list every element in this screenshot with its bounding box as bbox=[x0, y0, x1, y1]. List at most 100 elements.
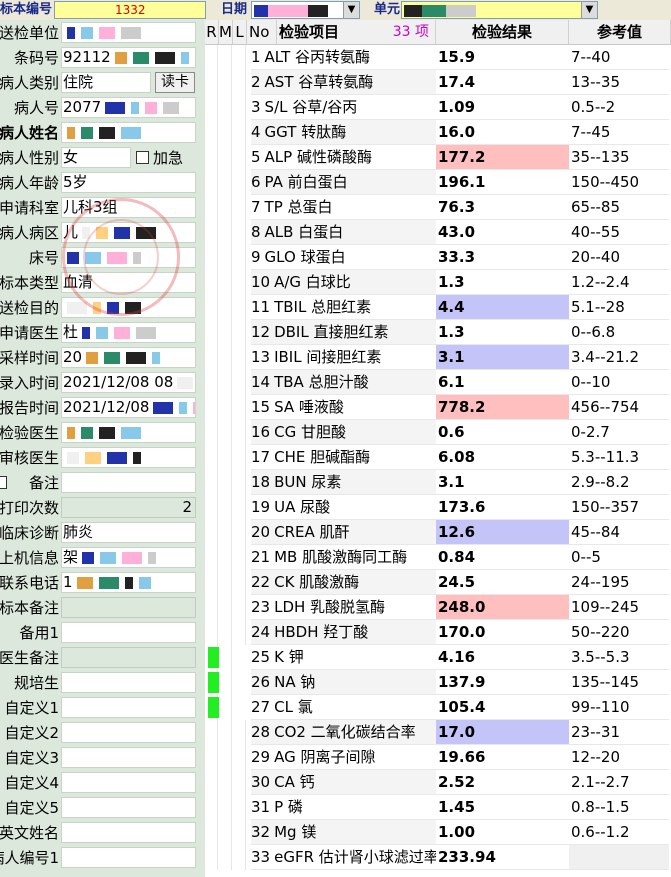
field-input[interactable]: 2021/12/08 08 bbox=[61, 372, 196, 393]
field-input[interactable]: 住院 bbox=[61, 72, 151, 93]
result-value[interactable]: 233.94 bbox=[436, 845, 569, 870]
field-input[interactable] bbox=[61, 122, 196, 143]
result-value[interactable]: 3.1 bbox=[436, 470, 569, 495]
result-row[interactable]: 2 AST 谷草转氨酶 17.4 13--35 bbox=[205, 70, 671, 95]
field-input[interactable] bbox=[61, 422, 196, 443]
result-value[interactable]: 4.4 bbox=[436, 295, 569, 320]
result-row[interactable]: 1 ALT 谷丙转氨酶 15.9 7--40 bbox=[205, 45, 671, 70]
result-value[interactable]: 19.66 bbox=[436, 745, 569, 770]
result-value[interactable]: 2.52 bbox=[436, 770, 569, 795]
result-row[interactable]: 31 P 磷 1.45 0.8--1.5 bbox=[205, 795, 671, 820]
result-row[interactable]: 9 GLO 球蛋白 33.3 20--40 bbox=[205, 245, 671, 270]
result-row[interactable]: 25 K 钾 4.16 3.5--5.3 bbox=[205, 645, 671, 670]
result-value[interactable]: 6.08 bbox=[436, 445, 569, 470]
result-value[interactable]: 1.45 bbox=[436, 795, 569, 820]
chevron-down-icon[interactable]: ▼ bbox=[343, 2, 359, 18]
field-input[interactable] bbox=[61, 672, 196, 693]
unit-select[interactable]: ▼ bbox=[401, 1, 598, 19]
field-input[interactable]: 20 bbox=[61, 347, 196, 368]
field-input[interactable] bbox=[61, 847, 196, 868]
result-value[interactable]: 4.16 bbox=[436, 645, 569, 670]
field-input[interactable] bbox=[61, 472, 196, 493]
field-input[interactable]: 2077 bbox=[61, 97, 196, 118]
field-input[interactable] bbox=[61, 22, 196, 43]
result-row[interactable]: 10 A/G 白球比 1.3 1.2--2.4 bbox=[205, 270, 671, 295]
result-value[interactable]: 177.2 bbox=[436, 145, 569, 170]
result-value[interactable]: 1.09 bbox=[436, 95, 569, 120]
remark-checkbox[interactable] bbox=[0, 476, 7, 489]
field-input[interactable] bbox=[61, 447, 196, 468]
result-value[interactable]: 15.9 bbox=[436, 45, 569, 70]
result-row[interactable]: 17 CHE 胆碱酯酶 6.08 5.3--11.3 bbox=[205, 445, 671, 470]
result-row[interactable]: 29 AG 阴离子间隙 19.66 12--20 bbox=[205, 745, 671, 770]
field-input[interactable] bbox=[61, 722, 196, 743]
field-input[interactable]: 儿 bbox=[61, 222, 196, 243]
urgent-checkbox[interactable] bbox=[136, 151, 149, 164]
field-input[interactable] bbox=[61, 747, 196, 768]
field-input[interactable] bbox=[61, 822, 196, 843]
read-card-button[interactable]: 读卡 bbox=[155, 72, 195, 93]
result-value[interactable]: 778.2 bbox=[436, 395, 569, 420]
result-value[interactable]: 33.3 bbox=[436, 245, 569, 270]
field-input[interactable] bbox=[61, 622, 196, 643]
field-input[interactable]: 2021/12/08 bbox=[61, 397, 196, 418]
result-row[interactable]: 20 CREA 肌酐 12.6 45--84 bbox=[205, 520, 671, 545]
result-value[interactable]: 12.6 bbox=[436, 520, 569, 545]
result-row[interactable]: 19 UA 尿酸 173.6 150--357 bbox=[205, 495, 671, 520]
col-header-m[interactable]: M bbox=[219, 20, 233, 45]
field-input[interactable]: 血清 bbox=[61, 272, 196, 293]
result-row[interactable]: 23 LDH 乳酸脱氢酶 248.0 109--245 bbox=[205, 595, 671, 620]
result-row[interactable]: 5 ALP 碱性磷酸酶 177.2 35--135 bbox=[205, 145, 671, 170]
result-value[interactable]: 17.0 bbox=[436, 720, 569, 745]
date-picker[interactable]: ▼ bbox=[251, 1, 360, 19]
result-value[interactable]: 43.0 bbox=[436, 220, 569, 245]
field-input[interactable] bbox=[61, 797, 196, 818]
result-value[interactable]: 76.3 bbox=[436, 195, 569, 220]
result-value[interactable]: 105.4 bbox=[436, 695, 569, 720]
field-input[interactable]: 儿科3组 bbox=[61, 197, 196, 218]
field-input[interactable]: 肺炎 bbox=[61, 522, 196, 543]
field-input[interactable]: 1 bbox=[61, 572, 196, 593]
result-row[interactable]: 6 PA 前白蛋白 196.1 150--450 bbox=[205, 170, 671, 195]
result-row[interactable]: 28 CO2 二氧化碳结合率 17.0 23--31 bbox=[205, 720, 671, 745]
col-header-ref[interactable]: 参考值 bbox=[569, 20, 671, 45]
col-header-item[interactable]: 检验项目 33 项 bbox=[277, 20, 436, 45]
result-row[interactable]: 18 BUN 尿素 3.1 2.9--8.2 bbox=[205, 470, 671, 495]
result-value[interactable]: 196.1 bbox=[436, 170, 569, 195]
result-row[interactable]: 30 CA 钙 2.52 2.1--2.7 bbox=[205, 770, 671, 795]
result-row[interactable]: 13 IBIL 间接胆红素 3.1 3.4--21.2 bbox=[205, 345, 671, 370]
result-value[interactable]: 137.9 bbox=[436, 670, 569, 695]
result-value[interactable]: 173.6 bbox=[436, 495, 569, 520]
result-value[interactable]: 24.5 bbox=[436, 570, 569, 595]
field-input[interactable]: 女 bbox=[61, 147, 131, 168]
result-row[interactable]: 12 DBIL 直接胆红素 1.3 0--6.8 bbox=[205, 320, 671, 345]
field-input[interactable] bbox=[61, 247, 196, 268]
result-row[interactable]: 3 S/L 谷草/谷丙 1.09 0.5--2 bbox=[205, 95, 671, 120]
result-row[interactable]: 8 ALB 白蛋白 43.0 40--55 bbox=[205, 220, 671, 245]
result-row[interactable]: 21 MB 肌酸激酶同工酶 0.84 0--5 bbox=[205, 545, 671, 570]
chevron-down-icon[interactable]: ▼ bbox=[581, 2, 597, 18]
result-value[interactable]: 1.3 bbox=[436, 320, 569, 345]
result-row[interactable]: 4 GGT 转肽酶 16.0 7--45 bbox=[205, 120, 671, 145]
result-row[interactable]: 27 CL 氯 105.4 99--110 bbox=[205, 695, 671, 720]
result-value[interactable]: 17.4 bbox=[436, 70, 569, 95]
field-input[interactable] bbox=[61, 697, 196, 718]
result-value[interactable]: 1.3 bbox=[436, 270, 569, 295]
result-value[interactable]: 1.00 bbox=[436, 820, 569, 845]
field-input[interactable] bbox=[61, 772, 196, 793]
field-input[interactable]: 92112 bbox=[61, 47, 196, 68]
field-input[interactable]: 5岁 bbox=[61, 172, 196, 193]
result-row[interactable]: 26 NA 钠 137.9 135--145 bbox=[205, 670, 671, 695]
col-header-l[interactable]: L bbox=[233, 20, 247, 45]
result-row[interactable]: 24 HBDH 羟丁酸 170.0 50--220 bbox=[205, 620, 671, 645]
result-value[interactable]: 16.0 bbox=[436, 120, 569, 145]
result-row[interactable]: 7 TP 总蛋白 76.3 65--85 bbox=[205, 195, 671, 220]
result-value[interactable]: 3.1 bbox=[436, 345, 569, 370]
result-value[interactable]: 0.6 bbox=[436, 420, 569, 445]
col-header-result[interactable]: 检验结果 bbox=[436, 20, 569, 45]
result-row[interactable]: 14 TBA 总胆汁酸 6.1 0--10 bbox=[205, 370, 671, 395]
result-value[interactable]: 248.0 bbox=[436, 595, 569, 620]
result-row[interactable]: 22 CK 肌酸激酶 24.5 24--195 bbox=[205, 570, 671, 595]
field-input[interactable]: 杜 bbox=[61, 322, 196, 343]
result-value[interactable]: 170.0 bbox=[436, 620, 569, 645]
